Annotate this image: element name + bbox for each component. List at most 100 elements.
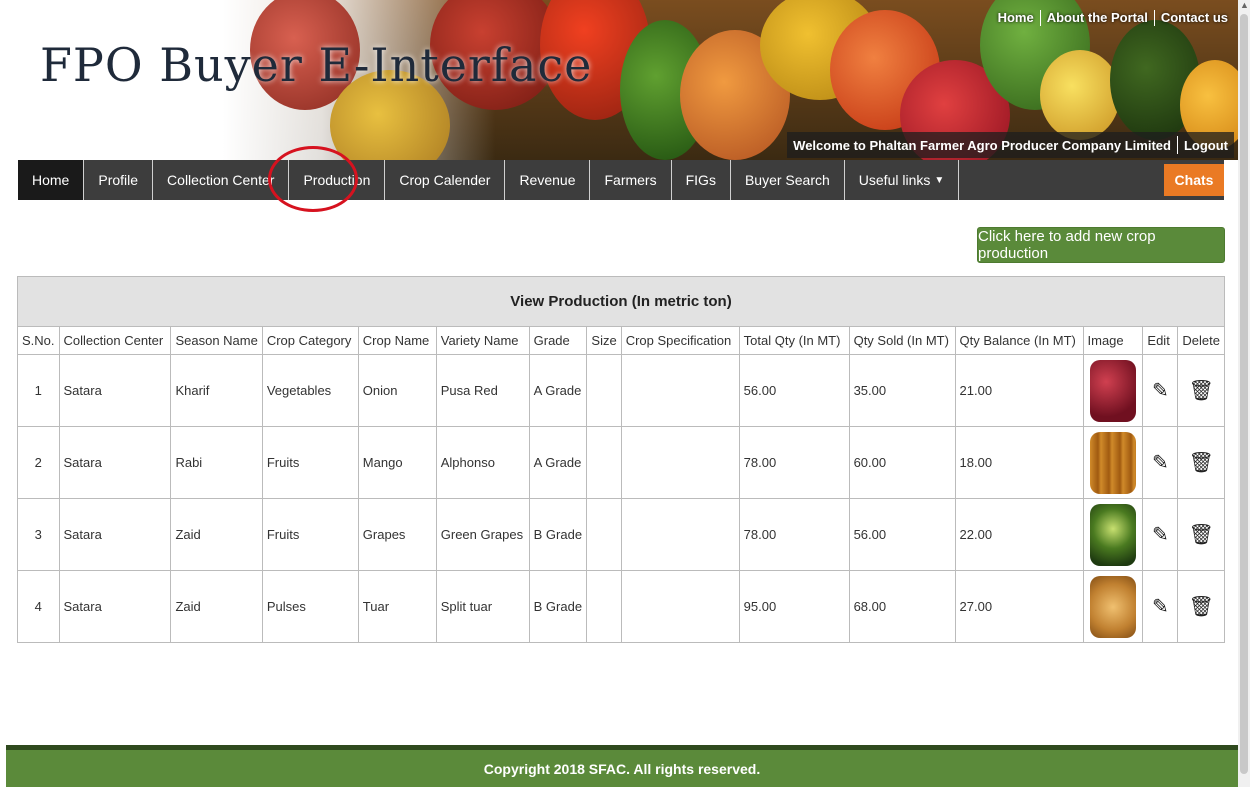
nav-item-useful-links[interactable]: Useful links ▼: [845, 160, 960, 200]
header-banner: FPO Buyer E-Interface Home About the Por…: [0, 0, 1238, 160]
cell-variety: Green Grapes: [435, 498, 530, 571]
column-header: Image: [1082, 326, 1144, 355]
cell-crop-name: Grapes: [357, 498, 437, 571]
cell-image: [1082, 570, 1144, 643]
cell-sno: 1: [17, 354, 60, 427]
cell-size: [586, 498, 622, 571]
copyright-text: Copyright 2018 SFAC. All rights reserved…: [483, 760, 761, 777]
column-header: Edit: [1142, 326, 1179, 355]
scroll-up-icon[interactable]: ▲: [1240, 0, 1249, 10]
cell-season: Rabi: [170, 426, 263, 499]
cell-sno: 2: [17, 426, 60, 499]
cell-qty-sold: 60.00: [848, 426, 956, 499]
cell-category: Fruits: [261, 498, 359, 571]
trash-icon[interactable]: 🗑: [1177, 354, 1225, 427]
cell-category: Fruits: [261, 426, 359, 499]
nav-item-buyer-search[interactable]: Buyer Search: [731, 160, 845, 200]
cell-season: Zaid: [170, 570, 263, 643]
cell-category: Pulses: [261, 570, 359, 643]
nav-item-profile[interactable]: Profile: [84, 160, 154, 200]
cell-qty-balance: 18.00: [954, 426, 1084, 499]
chats-button[interactable]: Chats: [1164, 164, 1224, 196]
page-scrollbar[interactable]: ▲: [1238, 0, 1250, 787]
trash-icon[interactable]: 🗑: [1177, 426, 1225, 499]
edit-icon[interactable]: ✎: [1142, 498, 1179, 571]
table-row: 3 Satara Zaid Fruits Grapes Green Grapes…: [17, 498, 1225, 571]
cell-collection-center: Satara: [58, 426, 172, 499]
footer: Copyright 2018 SFAC. All rights reserved…: [6, 745, 1238, 787]
nav-item-collection-center[interactable]: Collection Center: [153, 160, 290, 200]
cell-crop-name: Mango: [357, 426, 437, 499]
cell-size: [586, 354, 622, 427]
cell-crop-name: Onion: [357, 354, 437, 427]
nav-item-production[interactable]: Production: [289, 160, 386, 200]
cell-grade: A Grade: [528, 354, 588, 427]
cell-size: [586, 570, 622, 643]
edit-icon[interactable]: ✎: [1142, 354, 1179, 427]
cell-season: Zaid: [170, 498, 263, 571]
column-header: Collection Center: [58, 326, 172, 355]
scrollbar-thumb[interactable]: [1240, 14, 1248, 774]
grapes-image: [1089, 503, 1136, 566]
top-link-contact[interactable]: Contact us: [1155, 8, 1234, 27]
column-header: Qty Sold (In MT): [848, 326, 956, 355]
cell-image: [1082, 354, 1144, 427]
edit-icon[interactable]: ✎: [1142, 570, 1179, 643]
cell-sno: 4: [17, 570, 60, 643]
column-header: Crop Category: [261, 326, 359, 355]
cell-image: [1082, 498, 1144, 571]
vegetable-decoration: [1040, 50, 1120, 140]
cell-qty-sold: 56.00: [848, 498, 956, 571]
top-links: Home About the Portal Contact us: [992, 8, 1234, 27]
cell-spec: [620, 426, 740, 499]
cell-spec: [620, 354, 740, 427]
column-header: Season Name: [170, 326, 263, 355]
welcome-bar: Welcome to Phaltan Farmer Agro Producer …: [787, 132, 1234, 158]
trash-icon[interactable]: 🗑: [1177, 498, 1225, 571]
column-header: Grade: [528, 326, 588, 355]
edit-icon[interactable]: ✎: [1142, 426, 1179, 499]
mango-image: [1089, 431, 1136, 494]
column-header: Delete: [1177, 326, 1225, 355]
onion-image: [1089, 359, 1136, 422]
cell-grade: A Grade: [528, 426, 588, 499]
nav-item-figs[interactable]: FIGs: [672, 160, 731, 200]
cell-total-qty: 78.00: [738, 498, 850, 571]
nav-item-revenue[interactable]: Revenue: [505, 160, 591, 200]
top-link-home[interactable]: Home: [992, 8, 1040, 27]
caret-down-icon: ▼: [934, 174, 945, 186]
cell-qty-balance: 21.00: [954, 354, 1084, 427]
nav-item-label: Useful links: [858, 172, 931, 188]
cell-spec: [620, 498, 740, 571]
cell-category: Vegetables: [261, 354, 359, 427]
table-row: 2 Satara Rabi Fruits Mango Alphonso A Gr…: [17, 426, 1225, 499]
cell-collection-center: Satara: [58, 570, 172, 643]
top-link-about[interactable]: About the Portal: [1041, 8, 1154, 27]
cell-variety: Pusa Red: [435, 354, 530, 427]
logout-link[interactable]: Logout: [1178, 138, 1234, 153]
trash-icon[interactable]: 🗑: [1177, 570, 1225, 643]
cell-spec: [620, 570, 740, 643]
cell-qty-sold: 68.00: [848, 570, 956, 643]
add-crop-production-button[interactable]: Click here to add new crop production: [977, 227, 1225, 263]
column-header: Variety Name: [435, 326, 530, 355]
column-header: S.No.: [17, 326, 60, 355]
column-header: Total Qty (In MT): [738, 326, 850, 355]
column-header: Crop Specification: [620, 326, 740, 355]
cell-size: [586, 426, 622, 499]
column-header: Size: [586, 326, 622, 355]
nav-item-crop-calender[interactable]: Crop Calender: [385, 160, 506, 200]
welcome-text: Welcome to Phaltan Farmer Agro Producer …: [793, 137, 1171, 153]
cell-crop-name: Tuar: [357, 570, 437, 643]
nav-item-home[interactable]: Home: [18, 160, 85, 200]
cell-qty-balance: 22.00: [954, 498, 1084, 571]
cell-collection-center: Satara: [58, 498, 172, 571]
cell-variety: Split tuar: [435, 570, 530, 643]
table-row: 4 Satara Zaid Pulses Tuar Split tuar B G…: [17, 570, 1225, 643]
column-header: Qty Balance (In MT): [954, 326, 1084, 355]
table-row: 1 Satara Kharif Vegetables Onion Pusa Re…: [17, 354, 1225, 427]
production-table: View Production (In metric ton) S.No. Co…: [17, 276, 1225, 643]
cell-variety: Alphonso: [435, 426, 530, 499]
nav-item-farmers[interactable]: Farmers: [590, 160, 672, 200]
site-title: FPO Buyer E-Interface: [40, 38, 593, 92]
